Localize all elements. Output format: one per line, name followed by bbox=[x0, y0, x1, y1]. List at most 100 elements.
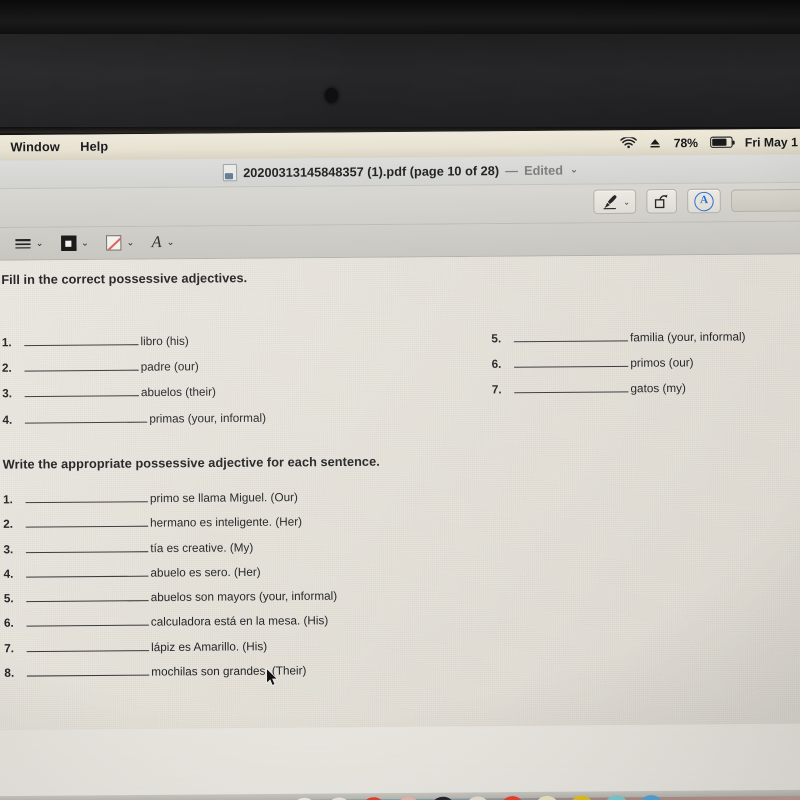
worksheet-row-text: abuelo es sero. (Her) bbox=[150, 566, 261, 580]
worksheet-row[interactable]: 2. hermano es inteligente. (Her) bbox=[3, 513, 302, 531]
fill-color-swatch-icon bbox=[106, 235, 122, 251]
worksheet-row[interactable]: 3. abuelos (their) bbox=[2, 383, 216, 400]
answer-blank[interactable] bbox=[513, 329, 629, 343]
text-style-caret-icon[interactable]: ⌄ bbox=[167, 237, 175, 248]
answer-blank[interactable] bbox=[24, 383, 139, 398]
answer-blank[interactable] bbox=[26, 613, 149, 627]
toolbar-button-group: ⌄ A bbox=[593, 188, 800, 215]
eject-icon[interactable] bbox=[649, 137, 661, 149]
lines-style-icon bbox=[15, 238, 31, 248]
battery-icon[interactable] bbox=[710, 136, 733, 148]
laptop-photo: Window Help 78% Fri May 1 20200313145848… bbox=[0, 0, 800, 800]
markup-pen-caret-icon[interactable]: ⌄ bbox=[623, 197, 630, 206]
worksheet-row[interactable]: 7. gatos (my) bbox=[491, 380, 686, 397]
worksheet-row[interactable]: 4. abuelo es sero. (Her) bbox=[4, 564, 261, 581]
worksheet-row-number: 2. bbox=[3, 518, 14, 531]
worksheet-row[interactable]: 5. abuelos son mayors (your, informal) bbox=[4, 587, 337, 605]
worksheet-row-text: calculadora está en la mesa. (His) bbox=[150, 615, 329, 629]
markup-pen-icon bbox=[603, 195, 617, 210]
worksheet-row-number: 1. bbox=[1, 337, 12, 350]
webcam-icon bbox=[325, 88, 338, 103]
edited-status-label: Edited bbox=[523, 162, 564, 178]
worksheet-row[interactable]: 6. primos (our) bbox=[492, 354, 694, 371]
answer-blank[interactable] bbox=[26, 663, 150, 677]
worksheet-row-text: familia (your, informal) bbox=[630, 331, 746, 345]
menu-bar-clock[interactable]: Fri May 1 bbox=[745, 134, 798, 149]
worksheet-row[interactable]: 3. tía es creative. (My) bbox=[3, 539, 253, 556]
worksheet-row-number: 5. bbox=[3, 593, 14, 606]
answer-blank[interactable] bbox=[25, 514, 149, 528]
worksheet-row[interactable]: 7. lápiz es Amarillo. (His) bbox=[4, 638, 267, 655]
window-toolbar: ⌄ A bbox=[0, 182, 800, 229]
window-background-below-page bbox=[0, 723, 800, 800]
menu-bar-spacer bbox=[118, 143, 620, 147]
text-style-a-icon: A bbox=[151, 233, 162, 251]
border-color-caret-icon[interactable]: ⌄ bbox=[81, 237, 89, 248]
section-2-heading: Write the appropriate possessive adjecti… bbox=[2, 454, 380, 472]
worksheet-row[interactable]: 2. padre (our) bbox=[2, 358, 199, 375]
answer-blank[interactable] bbox=[24, 410, 148, 424]
worksheet-row[interactable]: 8. mochilas son grandes. (Their) bbox=[4, 662, 306, 680]
menu-item-window[interactable]: Window bbox=[0, 139, 70, 157]
worksheet-row-text: abuelos son mayors (your, informal) bbox=[150, 590, 338, 605]
answer-blank[interactable] bbox=[24, 332, 139, 347]
worksheet-row-text: padre (our) bbox=[140, 361, 199, 374]
border-color-control[interactable]: ⌄ bbox=[60, 235, 89, 251]
worksheet-row-number: 2. bbox=[1, 362, 12, 375]
laptop-screen: Window Help 78% Fri May 1 20200313145848… bbox=[0, 128, 800, 800]
worksheet-row-number: 6. bbox=[491, 358, 502, 371]
worksheet-row-number: 7. bbox=[4, 643, 15, 656]
rotate-button[interactable] bbox=[646, 188, 678, 214]
worksheet-row[interactable]: 1. primo se llama Miguel. (Our) bbox=[2, 489, 298, 507]
battery-fill bbox=[712, 138, 727, 146]
worksheet-row-number: 6. bbox=[3, 617, 14, 630]
answer-blank[interactable] bbox=[25, 539, 149, 554]
fill-color-caret-icon[interactable]: ⌄ bbox=[127, 237, 135, 248]
menu-item-help[interactable]: Help bbox=[70, 138, 119, 156]
worksheet-row[interactable]: 6. calculadora está en la mesa. (His) bbox=[4, 612, 328, 630]
worksheet-row[interactable]: 1. libro (his) bbox=[1, 332, 189, 350]
laptop-top-edge bbox=[0, 0, 800, 38]
fill-color-control[interactable]: ⌄ bbox=[106, 235, 134, 251]
worksheet-row-text: tía es creative. (My) bbox=[150, 542, 254, 556]
answer-blank[interactable] bbox=[513, 354, 629, 368]
markup-pen-button[interactable]: ⌄ bbox=[593, 189, 637, 215]
answer-blank[interactable] bbox=[25, 564, 149, 578]
worksheet-row-text: gatos (my) bbox=[630, 382, 686, 396]
worksheet-row-text: primos (our) bbox=[630, 357, 694, 370]
chevron-down-icon[interactable]: ⌄ bbox=[570, 164, 578, 175]
window-title: 20200313145848357 (1).pdf (page 10 of 28… bbox=[243, 163, 500, 180]
battery-percent-label: 78% bbox=[673, 135, 698, 150]
title-dash: — bbox=[505, 163, 518, 178]
worksheet-row-text: libro (his) bbox=[140, 335, 189, 349]
worksheet-row-text: primas (your, informal) bbox=[149, 412, 267, 426]
worksheet-row[interactable]: 5. familia (your, informal) bbox=[491, 328, 746, 346]
bezel-glare bbox=[0, 34, 800, 132]
answer-blank[interactable] bbox=[26, 638, 150, 653]
worksheet-row-text: primo se llama Miguel. (Our) bbox=[149, 491, 298, 506]
worksheet-row-number: 3. bbox=[3, 544, 14, 557]
border-color-swatch-icon bbox=[60, 235, 77, 251]
worksheet-row-number: 3. bbox=[2, 388, 13, 401]
answer-blank[interactable] bbox=[514, 380, 629, 394]
shape-style-caret-icon[interactable]: ⌄ bbox=[36, 238, 44, 249]
shape-style-control[interactable]: ⌄ bbox=[15, 237, 43, 249]
rotate-left-icon bbox=[654, 194, 668, 209]
menu-bar-status-area: 78% Fri May 1 bbox=[620, 134, 800, 150]
answer-blank[interactable] bbox=[24, 358, 139, 372]
wifi-icon[interactable] bbox=[620, 136, 638, 149]
text-style-control[interactable]: A ⌄ bbox=[151, 233, 175, 251]
worksheet-row-number: 5. bbox=[491, 333, 502, 346]
answer-blank[interactable] bbox=[25, 489, 148, 504]
search-input[interactable] bbox=[730, 189, 800, 213]
worksheet-row-number: 7. bbox=[491, 384, 502, 397]
worksheet-row[interactable]: 4. primas (your, informal) bbox=[2, 409, 267, 427]
annotate-button[interactable]: A bbox=[687, 188, 721, 214]
worksheet-row-text: abuelos (their) bbox=[140, 386, 216, 400]
pdf-page[interactable]: Fill in the correct possessive adjective… bbox=[0, 254, 800, 730]
worksheet-row-number: 1. bbox=[2, 494, 13, 507]
worksheet-row-number: 8. bbox=[4, 667, 15, 680]
annotate-circle-a-icon: A bbox=[694, 191, 714, 211]
worksheet-row-text: lápiz es Amarillo. (His) bbox=[151, 641, 268, 655]
answer-blank[interactable] bbox=[26, 588, 149, 603]
